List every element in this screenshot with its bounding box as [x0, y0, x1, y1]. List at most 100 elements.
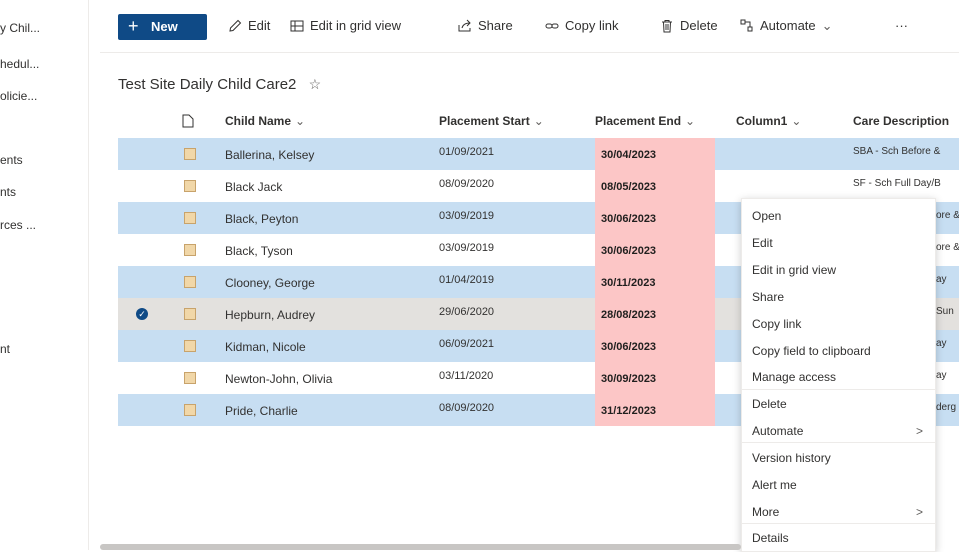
copy-link-label: Copy link [565, 18, 619, 33]
menu-item-copy-link[interactable]: Copy link [752, 317, 801, 331]
share-button-label: Share [478, 18, 513, 33]
placement-end-cell: 30/09/2023 [595, 362, 715, 394]
placement-end-value: 08/05/2023 [601, 181, 657, 193]
child-name-cell[interactable]: Kidman, Nicole [225, 340, 306, 354]
nav-item-contents[interactable]: nts [0, 185, 16, 199]
left-navigation: y Chil... hedul... olicie... ents nts rc… [0, 0, 89, 550]
horizontal-scrollbar[interactable] [100, 544, 741, 550]
menu-item-edit-grid[interactable]: Edit in grid view [752, 263, 836, 277]
menu-item-share[interactable]: Share [752, 290, 784, 304]
plus-icon: + [128, 16, 139, 36]
menu-item-alert-me[interactable]: Alert me [752, 478, 797, 492]
placement-start-cell: 03/11/2020 [439, 370, 494, 382]
table-row[interactable]: Ballerina, Kelsey 01/09/2021 30/04/2023 … [118, 138, 959, 170]
placement-start-cell: 08/09/2020 [439, 402, 495, 414]
automate-button-label: Automate [760, 18, 816, 33]
care-description-cell: SF - Sch Full Day/B [853, 178, 941, 189]
chevron-right-icon: > [915, 424, 923, 438]
chevron-down-icon: ⌄ [533, 114, 544, 128]
chevron-down-icon: ⌄ [295, 114, 306, 128]
menu-divider [742, 523, 935, 524]
new-button[interactable]: + New [118, 14, 207, 40]
command-bar: + New Edit Edit in grid view Share Copy … [100, 0, 959, 53]
column-header-child-name[interactable]: Child Name ⌄ [225, 114, 305, 128]
column-header-label: Placement End [595, 114, 682, 128]
column-header-placement-end[interactable]: Placement End ⌄ [595, 114, 695, 128]
menu-item-automate[interactable]: Automate [752, 424, 803, 438]
placement-end-cell: 30/06/2023 [595, 234, 715, 266]
more-actions-button[interactable]: ··· [895, 18, 908, 36]
placement-end-value: 28/08/2023 [601, 309, 657, 321]
placement-end-cell: 30/06/2023 [595, 330, 715, 362]
column-header-care-description[interactable]: Care Description [853, 114, 959, 128]
delete-button[interactable]: Delete [660, 18, 718, 36]
trash-icon [662, 20, 672, 33]
share-button[interactable]: Share [458, 18, 513, 36]
menu-item-open[interactable]: Open [752, 209, 781, 223]
child-name-cell[interactable]: Pride, Charlie [225, 404, 298, 418]
column-header-label: Column1 [736, 114, 788, 128]
column-header-label: Placement Start [439, 114, 530, 128]
menu-item-copy-field[interactable]: Copy field to clipboard [752, 344, 871, 358]
child-name-cell[interactable]: Black Jack [225, 180, 282, 194]
column-header-label: Child Name [225, 114, 292, 128]
document-icon [182, 114, 194, 128]
placement-end-value: 30/04/2023 [601, 149, 657, 161]
care-description-cell: ore & [936, 210, 959, 221]
list-item-icon [184, 308, 196, 320]
child-name-cell[interactable]: Newton-John, Olivia [225, 372, 332, 386]
list-item-icon [184, 404, 196, 416]
care-description-cell: ay [936, 370, 947, 381]
menu-item-details[interactable]: Details [752, 531, 789, 545]
checkmark-icon[interactable]: ✓ [136, 308, 148, 320]
automate-button[interactable]: Automate ⌄ [740, 18, 833, 36]
child-name-cell[interactable]: Hepburn, Audrey [225, 308, 315, 322]
list-item-icon [184, 180, 196, 192]
new-button-label: New [151, 19, 178, 34]
menu-item-edit[interactable]: Edit [752, 236, 773, 250]
placement-end-cell: 31/12/2023 [595, 394, 715, 426]
edit-grid-button[interactable]: Edit in grid view [290, 18, 401, 36]
nav-item-policies[interactable]: olicie... [0, 89, 37, 103]
placement-start-cell: 06/09/2021 [439, 338, 495, 350]
placement-end-value: 30/06/2023 [601, 213, 657, 225]
edit-button[interactable]: Edit [228, 18, 270, 36]
column-header-column1[interactable]: Column1 ⌄ [736, 114, 801, 128]
file-type-header[interactable] [182, 114, 194, 131]
nav-item-schedule[interactable]: hedul... [0, 57, 39, 71]
placement-end-cell: 30/04/2023 [595, 138, 715, 170]
copy-link-button[interactable]: Copy link [545, 18, 618, 36]
child-name-cell[interactable]: Clooney, George [225, 276, 315, 290]
placement-end-value: 31/12/2023 [601, 405, 657, 417]
nav-item-child-care[interactable]: y Chil... [0, 21, 40, 35]
placement-end-value: 30/06/2023 [601, 245, 657, 257]
menu-divider [742, 389, 935, 390]
child-name-cell[interactable]: Black, Tyson [225, 244, 293, 258]
context-menu: Open Edit Edit in grid view Share Copy l… [741, 198, 936, 552]
care-description-cell: ay [936, 274, 947, 285]
placement-start-cell: 03/09/2019 [439, 242, 495, 254]
share-icon [458, 19, 471, 32]
list-item-icon [184, 212, 196, 224]
care-description-cell: ay [936, 338, 947, 349]
placement-end-value: 30/06/2023 [601, 341, 657, 353]
menu-item-delete[interactable]: Delete [752, 397, 787, 411]
column-header-label: Care Description [853, 114, 950, 128]
list-item-icon [184, 340, 196, 352]
star-icon[interactable]: ☆ [309, 76, 322, 92]
menu-item-manage-access[interactable]: Manage access [752, 370, 836, 384]
edit-grid-label: Edit in grid view [310, 18, 402, 33]
column-header-placement-start[interactable]: Placement Start ⌄ [439, 114, 544, 128]
child-name-cell[interactable]: Black, Peyton [225, 212, 298, 226]
menu-item-version-history[interactable]: Version history [752, 451, 831, 465]
child-name-cell[interactable]: Ballerina, Kelsey [225, 148, 314, 162]
automate-icon [740, 19, 753, 32]
edit-button-label: Edit [248, 18, 271, 33]
placement-end-value: 30/11/2023 [601, 277, 656, 289]
menu-item-more[interactable]: More [752, 505, 779, 519]
more-icon: ··· [895, 18, 908, 33]
placement-start-cell: 03/09/2019 [439, 210, 495, 222]
nav-item-edit[interactable]: nt [0, 342, 10, 356]
nav-item-events[interactable]: ents [0, 153, 23, 167]
nav-item-resources[interactable]: rces ... [0, 218, 36, 232]
